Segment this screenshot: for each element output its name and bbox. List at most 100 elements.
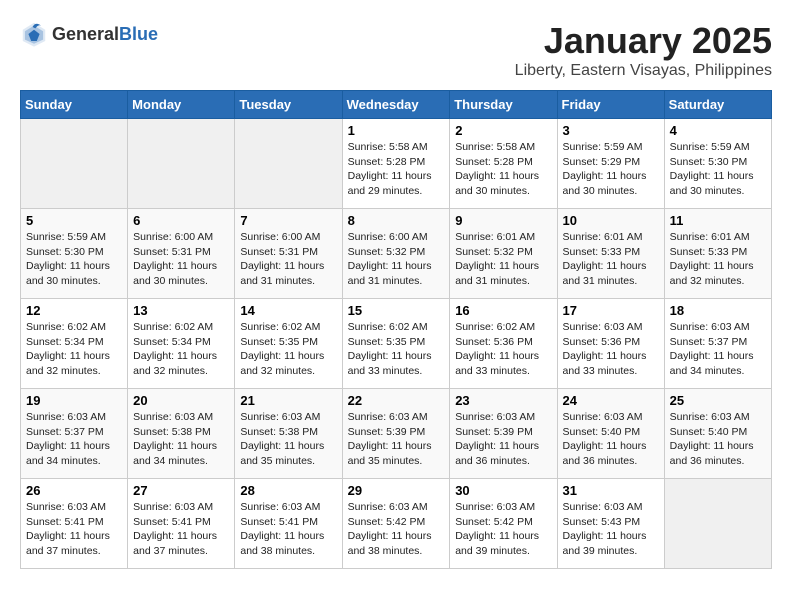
day-info: Sunrise: 6:03 AMSunset: 5:41 PMDaylight:…: [26, 500, 122, 559]
calendar-cell: 30 Sunrise: 6:03 AMSunset: 5:42 PMDayligh…: [450, 479, 557, 569]
day-info: Sunrise: 6:00 AMSunset: 5:32 PMDaylight:…: [348, 230, 445, 289]
day-info: Sunrise: 6:00 AMSunset: 5:31 PMDaylight:…: [240, 230, 336, 289]
title-area: January 2025 Liberty, Eastern Visayas, P…: [515, 20, 772, 80]
day-info: Sunrise: 6:02 AMSunset: 5:35 PMDaylight:…: [348, 320, 445, 379]
day-info: Sunrise: 6:02 AMSunset: 5:35 PMDaylight:…: [240, 320, 336, 379]
logo: GeneralBlue: [20, 20, 158, 48]
day-info: Sunrise: 6:03 AMSunset: 5:37 PMDaylight:…: [26, 410, 122, 469]
day-number: 4: [670, 123, 766, 138]
day-info: Sunrise: 6:03 AMSunset: 5:39 PMDaylight:…: [348, 410, 445, 469]
day-info: Sunrise: 6:03 AMSunset: 5:40 PMDaylight:…: [670, 410, 766, 469]
day-info: Sunrise: 6:03 AMSunset: 5:38 PMDaylight:…: [133, 410, 229, 469]
calendar-cell: 23Sunrise: 6:03 AMSunset: 5:39 PMDayligh…: [450, 389, 557, 479]
calendar-cell: 2 Sunrise: 5:58 AMSunset: 5:28 PMDaylight…: [450, 119, 557, 209]
calendar-cell: 24 Sunrise: 6:03 AMSunset: 5:40 PMDayligh…: [557, 389, 664, 479]
day-number: 14: [240, 303, 336, 318]
weekday-header-monday: Monday: [128, 91, 235, 119]
month-title: January 2025: [515, 20, 772, 62]
day-info: Sunrise: 6:03 AMSunset: 5:38 PMDaylight:…: [240, 410, 336, 469]
week-row-2: 5 Sunrise: 5:59 AMSunset: 5:30 PMDaylight…: [21, 209, 772, 299]
day-number: 15: [348, 303, 445, 318]
day-info: Sunrise: 6:03 AMSunset: 5:41 PMDaylight:…: [240, 500, 336, 559]
calendar-cell: [21, 119, 128, 209]
day-number: 21: [240, 393, 336, 408]
weekday-header-saturday: Saturday: [664, 91, 771, 119]
day-number: 9: [455, 213, 551, 228]
day-number: 8: [348, 213, 445, 228]
day-info: Sunrise: 6:03 AMSunset: 5:39 PMDaylight:…: [455, 410, 551, 469]
calendar-cell: 15 Sunrise: 6:02 AMSunset: 5:35 PMDayligh…: [342, 299, 450, 389]
day-number: 20: [133, 393, 229, 408]
day-info: Sunrise: 6:03 AMSunset: 5:43 PMDaylight:…: [563, 500, 659, 559]
calendar-cell: 11Sunrise: 6:01 AMSunset: 5:33 PMDayligh…: [664, 209, 771, 299]
day-number: 16: [455, 303, 551, 318]
weekday-header-thursday: Thursday: [450, 91, 557, 119]
calendar-cell: [128, 119, 235, 209]
day-info: Sunrise: 5:59 AMSunset: 5:30 PMDaylight:…: [670, 140, 766, 199]
calendar-cell: 12Sunrise: 6:02 AMSunset: 5:34 PMDayligh…: [21, 299, 128, 389]
calendar-cell: 14 Sunrise: 6:02 AMSunset: 5:35 PMDayligh…: [235, 299, 342, 389]
calendar-cell: 4 Sunrise: 5:59 AMSunset: 5:30 PMDaylight…: [664, 119, 771, 209]
calendar-cell: 3 Sunrise: 5:59 AMSunset: 5:29 PMDaylight…: [557, 119, 664, 209]
day-number: 5: [26, 213, 122, 228]
day-info: Sunrise: 5:58 AMSunset: 5:28 PMDaylight:…: [455, 140, 551, 199]
day-number: 18: [670, 303, 766, 318]
calendar-cell: 13 Sunrise: 6:02 AMSunset: 5:34 PMDayligh…: [128, 299, 235, 389]
day-number: 27: [133, 483, 229, 498]
day-number: 24: [563, 393, 659, 408]
weekday-header-row: SundayMondayTuesdayWednesdayThursdayFrid…: [21, 91, 772, 119]
header: GeneralBlue January 2025 Liberty, Easter…: [20, 20, 772, 80]
day-info: Sunrise: 6:02 AMSunset: 5:34 PMDaylight:…: [133, 320, 229, 379]
calendar-cell: 1Sunrise: 5:58 AMSunset: 5:28 PMDaylight…: [342, 119, 450, 209]
day-info: Sunrise: 6:03 AMSunset: 5:41 PMDaylight:…: [133, 500, 229, 559]
day-info: Sunrise: 5:59 AMSunset: 5:30 PMDaylight:…: [26, 230, 122, 289]
day-number: 3: [563, 123, 659, 138]
day-info: Sunrise: 6:03 AMSunset: 5:37 PMDaylight:…: [670, 320, 766, 379]
logo-text-general: General: [52, 24, 119, 44]
day-info: Sunrise: 6:03 AMSunset: 5:42 PMDaylight:…: [455, 500, 551, 559]
location-title: Liberty, Eastern Visayas, Philippines: [515, 62, 772, 80]
day-info: Sunrise: 6:02 AMSunset: 5:36 PMDaylight:…: [455, 320, 551, 379]
day-number: 19: [26, 393, 122, 408]
day-number: 17: [563, 303, 659, 318]
day-info: Sunrise: 6:03 AMSunset: 5:42 PMDaylight:…: [348, 500, 445, 559]
day-info: Sunrise: 5:59 AMSunset: 5:29 PMDaylight:…: [563, 140, 659, 199]
calendar: SundayMondayTuesdayWednesdayThursdayFrid…: [20, 90, 772, 569]
day-number: 28: [240, 483, 336, 498]
calendar-cell: 26Sunrise: 6:03 AMSunset: 5:41 PMDayligh…: [21, 479, 128, 569]
day-number: 30: [455, 483, 551, 498]
logo-text-blue: Blue: [119, 24, 158, 44]
calendar-cell: 8 Sunrise: 6:00 AMSunset: 5:32 PMDaylight…: [342, 209, 450, 299]
day-info: Sunrise: 6:01 AMSunset: 5:33 PMDaylight:…: [670, 230, 766, 289]
calendar-cell: 25 Sunrise: 6:03 AMSunset: 5:40 PMDayligh…: [664, 389, 771, 479]
calendar-cell: 5 Sunrise: 5:59 AMSunset: 5:30 PMDaylight…: [21, 209, 128, 299]
day-info: Sunrise: 6:03 AMSunset: 5:40 PMDaylight:…: [563, 410, 659, 469]
day-number: 25: [670, 393, 766, 408]
calendar-cell: 27 Sunrise: 6:03 AMSunset: 5:41 PMDayligh…: [128, 479, 235, 569]
calendar-cell: 9Sunrise: 6:01 AMSunset: 5:32 PMDaylight…: [450, 209, 557, 299]
calendar-cell: 29 Sunrise: 6:03 AMSunset: 5:42 PMDayligh…: [342, 479, 450, 569]
weekday-header-sunday: Sunday: [21, 91, 128, 119]
day-number: 2: [455, 123, 551, 138]
calendar-cell: 17Sunrise: 6:03 AMSunset: 5:36 PMDayligh…: [557, 299, 664, 389]
week-row-4: 19 Sunrise: 6:03 AMSunset: 5:37 PMDayligh…: [21, 389, 772, 479]
day-info: Sunrise: 6:01 AMSunset: 5:33 PMDaylight:…: [563, 230, 659, 289]
calendar-cell: 16 Sunrise: 6:02 AMSunset: 5:36 PMDayligh…: [450, 299, 557, 389]
day-number: 29: [348, 483, 445, 498]
calendar-cell: 20 Sunrise: 6:03 AMSunset: 5:38 PMDayligh…: [128, 389, 235, 479]
calendar-cell: 7 Sunrise: 6:00 AMSunset: 5:31 PMDaylight…: [235, 209, 342, 299]
week-row-5: 26Sunrise: 6:03 AMSunset: 5:41 PMDayligh…: [21, 479, 772, 569]
week-row-3: 12 Sunrise: 6:02 AMSunset: 5:34 PMDayligh…: [21, 299, 772, 389]
day-number: 7: [240, 213, 336, 228]
calendar-cell: 21 Sunrise: 6:03 AMSunset: 5:38 PMDayligh…: [235, 389, 342, 479]
day-number: 1: [348, 123, 445, 138]
day-number: 10: [563, 213, 659, 228]
weekday-header-wednesday: Wednesday: [342, 91, 450, 119]
calendar-cell: 10 Sunrise: 6:01 AMSunset: 5:33 PMDayligh…: [557, 209, 664, 299]
day-number: 22: [348, 393, 445, 408]
day-number: 13: [133, 303, 229, 318]
day-number: 12: [26, 303, 122, 318]
calendar-cell: 31Sunrise: 6:03 AMSunset: 5:43 PMDayligh…: [557, 479, 664, 569]
week-row-1: 1 Sunrise: 5:58 AMSunset: 5:28 PMDaylight…: [21, 119, 772, 209]
day-number: 6: [133, 213, 229, 228]
